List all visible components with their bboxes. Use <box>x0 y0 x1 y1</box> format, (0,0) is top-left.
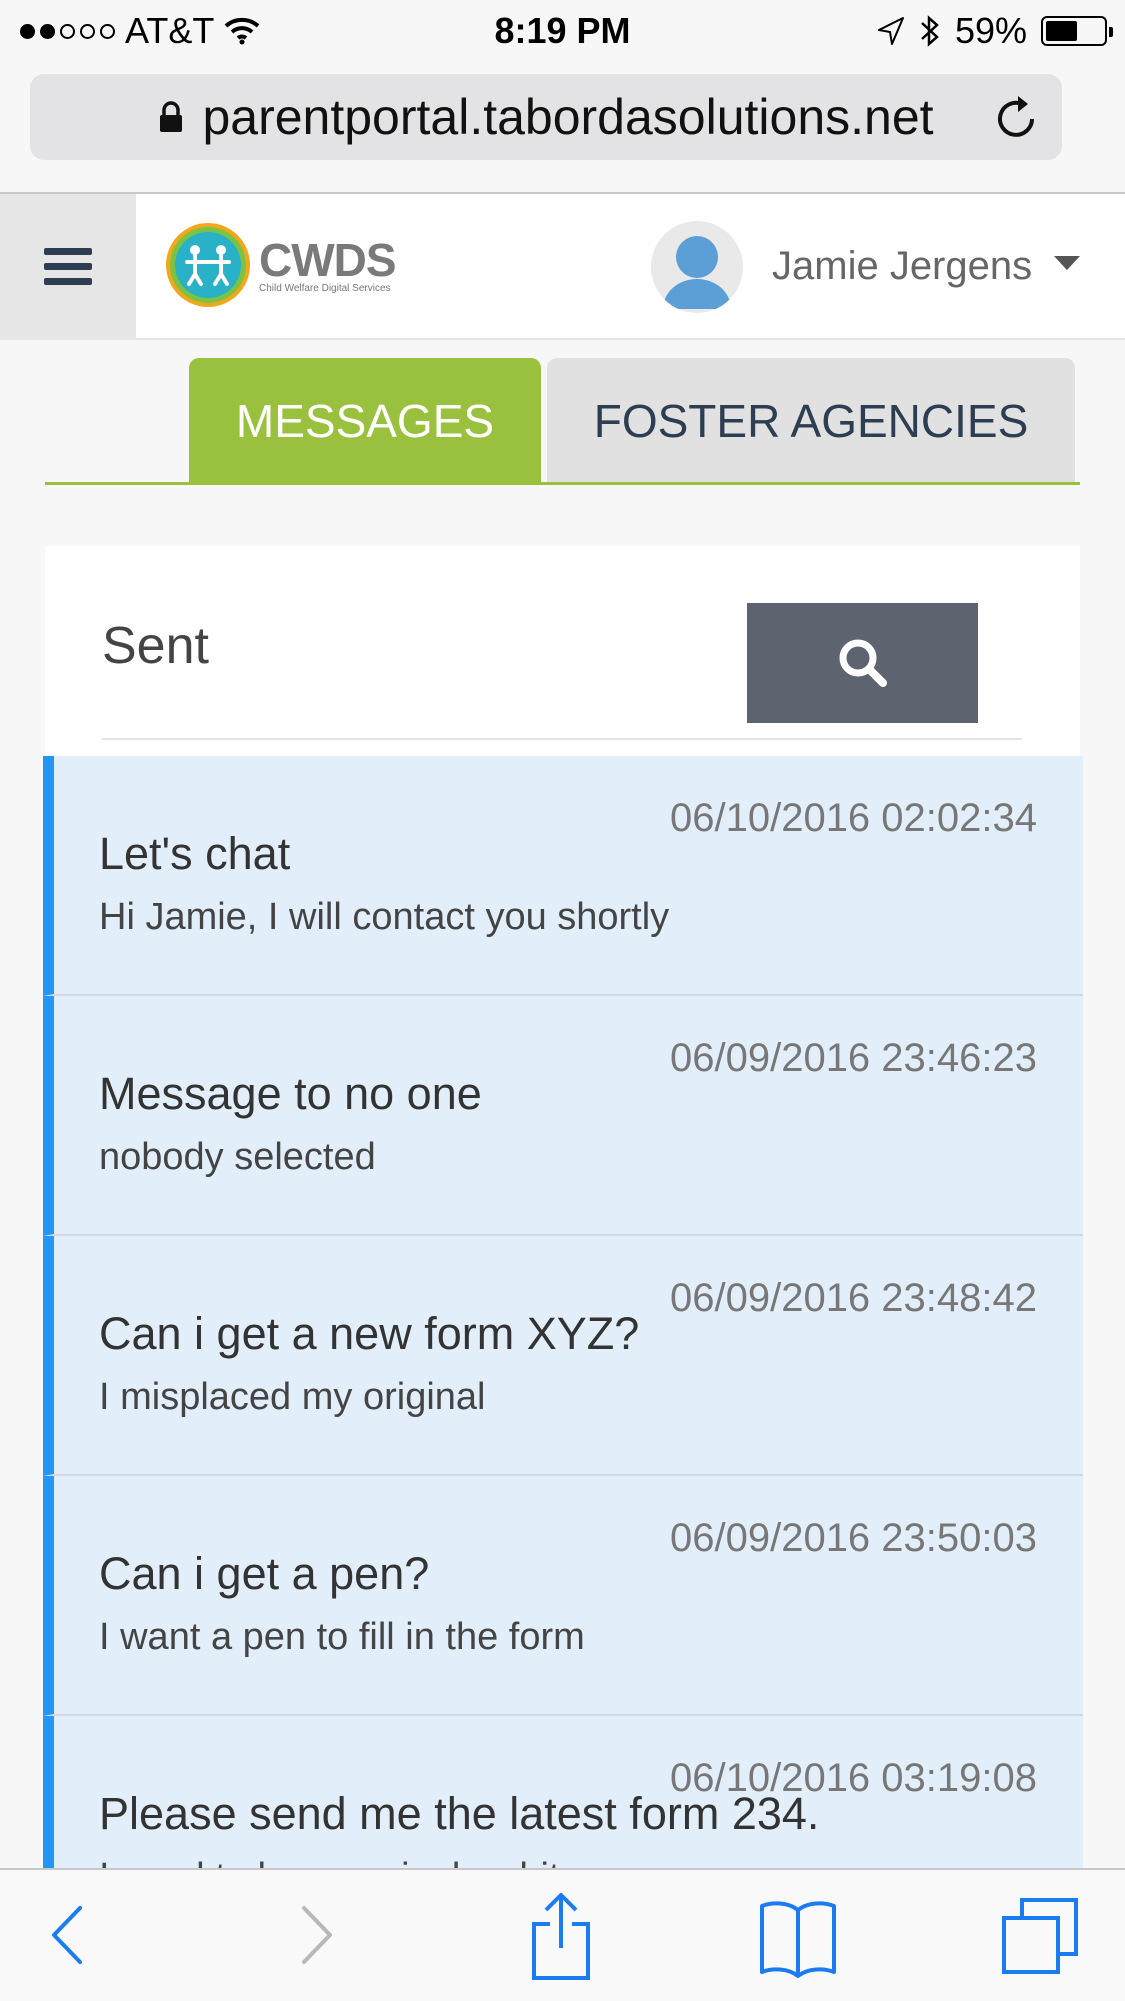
message-item[interactable]: 06/09/2016 23:48:42 Can i get a new form… <box>43 1236 1083 1476</box>
lock-icon <box>160 101 183 132</box>
message-preview: nobody selected <box>99 1136 376 1178</box>
message-preview: Hi Jamie, I will contact you shortly <box>99 896 670 938</box>
bookmarks-icon[interactable] <box>758 1890 838 1982</box>
hamburger-icon <box>44 248 92 285</box>
message-date: 06/09/2016 23:48:42 <box>669 1276 1037 1320</box>
message-preview: I need to have a single white <box>99 1856 581 1868</box>
tab-messages[interactable]: MESSAGES <box>189 358 541 484</box>
location-arrow-icon <box>877 17 904 45</box>
message-preview: I misplaced my original <box>99 1376 486 1418</box>
message-item[interactable]: 06/09/2016 23:50:03 Can i get a pen? I w… <box>43 1476 1083 1716</box>
message-subject: Please send me the latest form 234. <box>99 1788 820 1839</box>
logo-text: CWDS Child Welfare Digital Services <box>259 233 397 294</box>
message-list: 06/10/2016 02:02:34 Let's chat Hi Jamie,… <box>43 756 1083 1868</box>
message-subject: Can i get a new form XYZ? <box>99 1308 640 1359</box>
tab-foster-agencies[interactable]: FOSTER AGENCIES <box>547 358 1075 484</box>
status-bar: AT&T 8:19 PM 59% <box>0 0 1125 62</box>
caret-down-icon[interactable] <box>1054 256 1080 272</box>
message-date: 06/09/2016 23:50:03 <box>669 1516 1037 1560</box>
battery-icon <box>1041 16 1113 46</box>
bluetooth-icon <box>921 15 939 47</box>
message-subject: Let's chat <box>99 828 291 879</box>
address-bar[interactable]: parentportal.tabordasolutions.net <box>30 74 1062 160</box>
logo-subtitle: Child Welfare Digital Services <box>259 282 391 294</box>
user-avatar-icon <box>663 236 731 309</box>
message-date: 06/09/2016 23:46:23 <box>669 1036 1037 1080</box>
search-button[interactable] <box>747 603 978 723</box>
back-icon[interactable] <box>48 1890 88 1980</box>
message-item[interactable]: 06/10/2016 02:02:34 Let's chat Hi Jamie,… <box>43 756 1083 996</box>
forward-icon[interactable] <box>296 1890 336 1980</box>
browser-toolbar <box>0 1868 1125 2001</box>
cwds-logo[interactable]: CWDS Child Welfare Digital Services <box>165 222 397 308</box>
message-date: 06/10/2016 02:02:34 <box>669 796 1037 840</box>
message-preview: I want a pen to fill in the form <box>99 1616 585 1658</box>
hamburger-menu-button[interactable] <box>0 194 136 340</box>
search-icon <box>839 639 887 687</box>
url-text: parentportal.tabordasolutions.net <box>202 89 934 145</box>
message-subject: Message to no one <box>99 1068 482 1119</box>
message-item[interactable]: 06/10/2016 03:19:08 Please send me the l… <box>43 1716 1083 1868</box>
logo-name: CWDS <box>259 233 397 286</box>
messages-panel-header: Sent <box>45 546 1080 756</box>
user-name[interactable]: Jamie Jergens <box>772 244 1032 289</box>
status-right: 59% <box>877 10 1113 52</box>
message-subject: Can i get a pen? <box>99 1548 430 1599</box>
reload-icon[interactable] <box>994 92 1040 142</box>
share-icon[interactable] <box>528 1890 594 1982</box>
panel-title: Sent <box>102 617 209 675</box>
battery-percent: 59% <box>954 10 1027 51</box>
app-header: CWDS Child Welfare Digital Services Jami… <box>0 194 1125 340</box>
message-item[interactable]: 06/09/2016 23:46:23 Message to no one no… <box>43 996 1083 1236</box>
cwds-logo-icon <box>166 223 250 307</box>
panel-divider <box>102 738 1022 740</box>
user-avatar[interactable] <box>651 221 743 313</box>
tab-underline <box>45 482 1080 485</box>
tabs-icon[interactable] <box>1000 1890 1080 1982</box>
